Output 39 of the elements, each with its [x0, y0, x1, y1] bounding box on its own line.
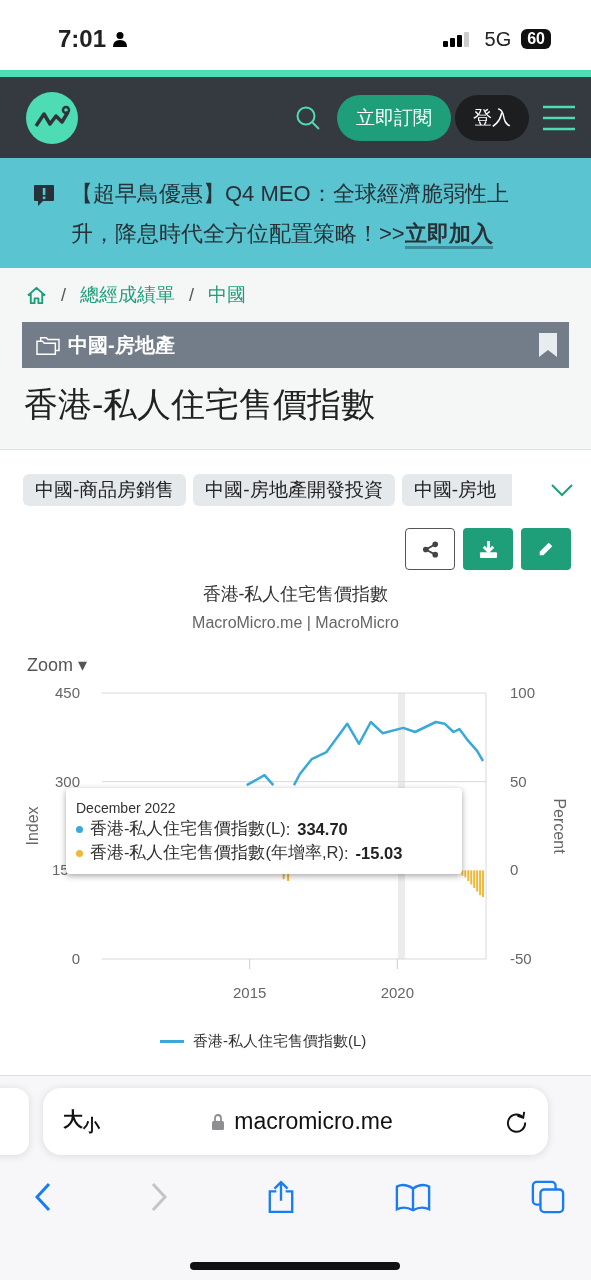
join-link[interactable]: 立即加入 [404, 221, 493, 249]
tooltip-date: December 2022 [76, 800, 177, 816]
x-axis-tick: 2015 [233, 984, 267, 1001]
promo-text: 【超早鳥優惠】Q4 MEO：全球經濟脆弱性上升，降息時代全方位配置策略！>>立即加入 [71, 174, 551, 254]
zoom-dropdown[interactable]: Zoom ▾ [27, 655, 88, 675]
tooltip-series-name: 香港-私人住宅售價指數(L) [90, 818, 286, 839]
breadcrumb-separator: / [61, 284, 66, 306]
category-label: 中國-房地產 [68, 332, 175, 358]
page-title: 香港-私人住宅售價指數 [24, 384, 377, 425]
y-axis-tick: 100 [510, 684, 536, 701]
chart-subtitle: MacroMicro.me | MacroMicro [191, 614, 400, 632]
text-size-button[interactable]: 大$_{小}$ [63, 1106, 100, 1137]
tooltip-separator: : [344, 843, 349, 863]
tooltip-separator: : [285, 819, 291, 839]
login-button[interactable]: 登入 [455, 94, 529, 141]
y-axis-tick: 50 [510, 772, 527, 790]
chart-title: 香港-私人住宅售價指數 [201, 583, 390, 606]
y-axis-title: Percent [551, 798, 568, 854]
breadcrumb-separator: / [189, 284, 195, 306]
y-axis-title: Index [24, 806, 41, 846]
battery-level: 60 [521, 29, 551, 49]
category-bar[interactable]: 中國-房地產 [22, 322, 569, 368]
address-bar[interactable]: 大$_{小}$ macromicro.me [43, 1088, 548, 1155]
tag-chip[interactable]: 中國-房地 [401, 474, 512, 506]
legend-label[interactable]: 香港-私人住宅售價指數(L) [193, 1032, 367, 1051]
url-text: macromicro.me [234, 1108, 393, 1135]
tooltip-value: 334.70 [297, 819, 348, 839]
tooltip-series-name: 香港-私人住宅售價指數(年增率,R) [90, 842, 344, 863]
y-axis-tick: 450 [54, 684, 80, 701]
x-axis-tick: 2020 [380, 984, 415, 1001]
tag-chip[interactable]: 中國-商品房銷售 [23, 474, 187, 506]
y-axis-tick: 0 [510, 861, 519, 879]
y-axis-tick: -50 [510, 950, 532, 967]
y-axis-tick: 300 [54, 772, 80, 790]
network-label: 5G [484, 27, 512, 51]
tag-chip[interactable]: 中國-房地產開發投資 [193, 474, 395, 506]
tooltip-value: -15.03 [355, 843, 403, 863]
y-axis-tick: 0 [71, 950, 80, 967]
clock-time: 7:01 [58, 25, 107, 53]
